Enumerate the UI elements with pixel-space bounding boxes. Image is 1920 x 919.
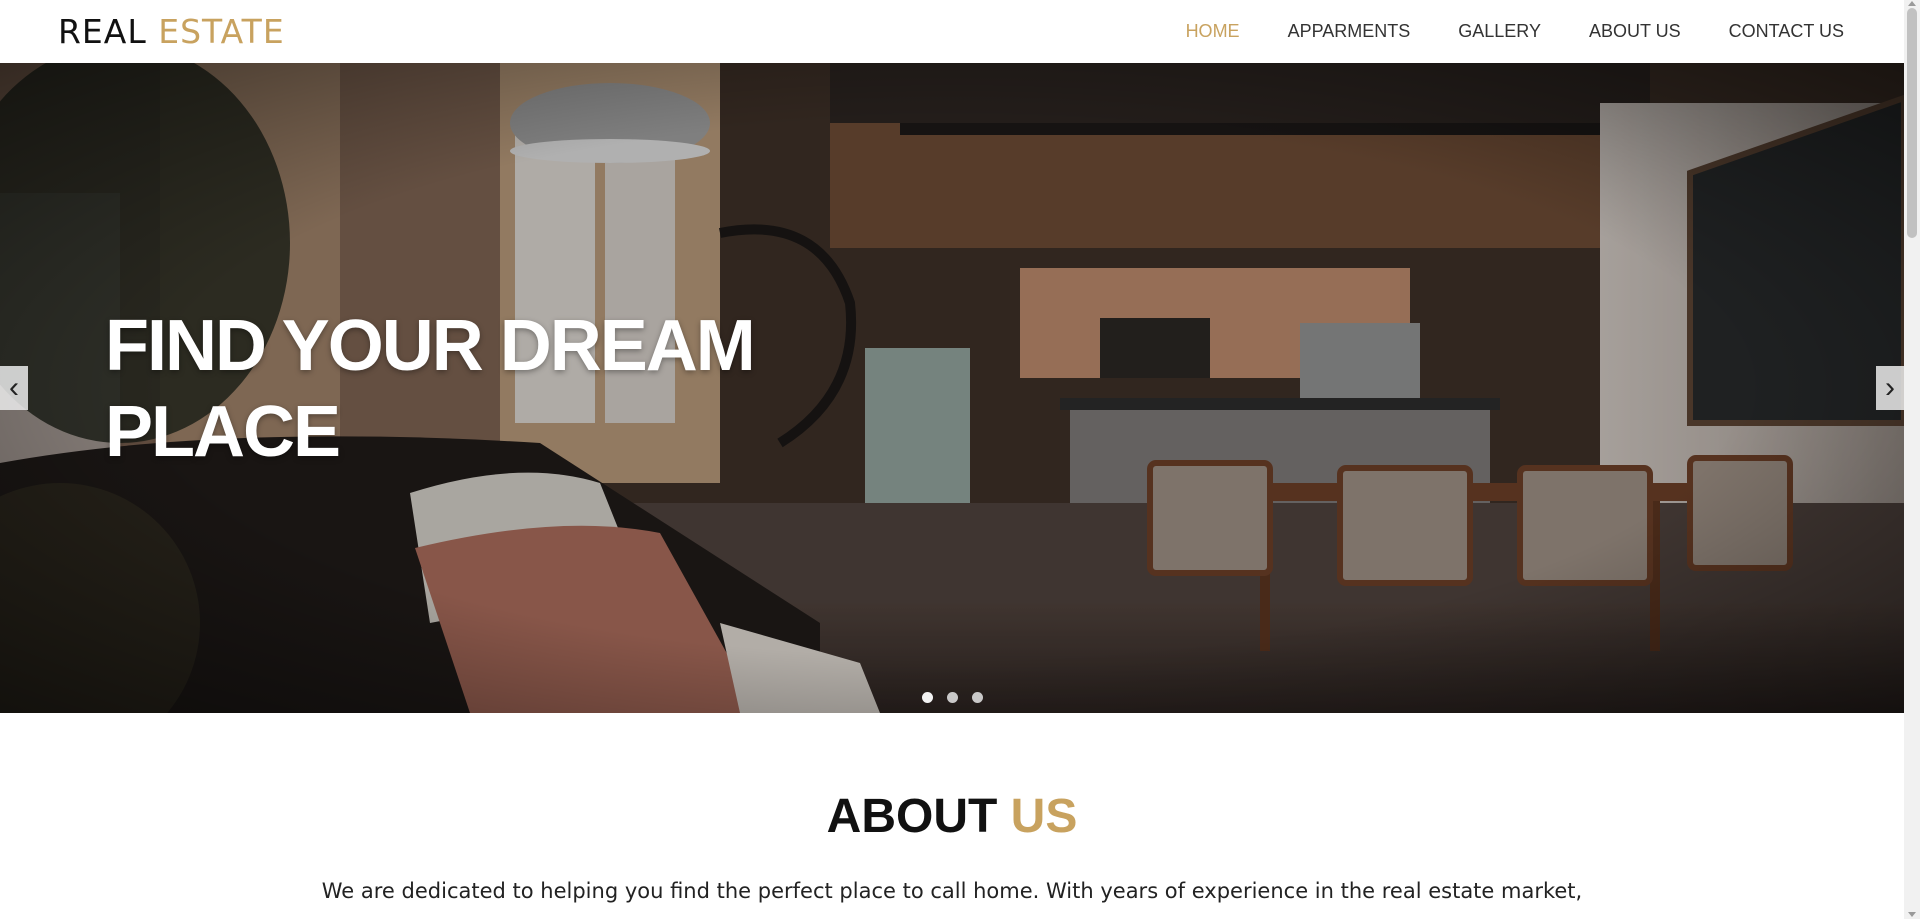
carousel-indicators <box>0 692 1904 703</box>
carousel-dot-2[interactable] <box>946 692 958 703</box>
carousel-dot-3[interactable] <box>971 692 983 703</box>
nav-apparments[interactable]: APPARMENTS <box>1288 21 1411 42</box>
scroll-up-icon[interactable] <box>1908 1 1916 6</box>
chevron-right-icon: › <box>1885 371 1895 404</box>
scroll-down-icon[interactable] <box>1908 912 1916 917</box>
hero-carousel: FIND YOUR DREAM PLACE ‹ › <box>0 63 1904 713</box>
page: REAL ESTATE HOME APPARMENTS GALLERY ABOU… <box>0 0 1904 919</box>
logo-primary: REAL <box>58 12 147 51</box>
site-header: REAL ESTATE HOME APPARMENTS GALLERY ABOU… <box>0 0 1904 63</box>
logo-accent: ESTATE <box>158 12 285 51</box>
nav-home[interactable]: HOME <box>1186 21 1240 42</box>
about-title-primary: ABOUT <box>826 790 998 843</box>
page-scrollbar[interactable] <box>1904 0 1920 919</box>
scroll-thumb[interactable] <box>1907 8 1917 238</box>
carousel-next-button[interactable]: › <box>1876 366 1904 410</box>
carousel-dot-1[interactable] <box>921 692 933 703</box>
hero-title-line2: PLACE <box>105 392 341 472</box>
nav-contact-us[interactable]: CONTACT US <box>1729 21 1844 42</box>
nav-gallery[interactable]: GALLERY <box>1458 21 1541 42</box>
about-title: ABOUT US <box>0 789 1904 844</box>
hero-title-line1: FIND YOUR DREAM <box>105 306 756 386</box>
main-nav: HOME APPARMENTS GALLERY ABOUT US CONTACT… <box>1186 21 1844 42</box>
logo[interactable]: REAL ESTATE <box>58 12 285 51</box>
hero-title: FIND YOUR DREAM PLACE <box>105 303 805 475</box>
about-description: We are dedicated to helping you find the… <box>321 879 1583 903</box>
about-title-accent: US <box>1010 790 1078 843</box>
chevron-left-icon: ‹ <box>9 371 19 404</box>
carousel-prev-button[interactable]: ‹ <box>0 366 28 410</box>
nav-about-us[interactable]: ABOUT US <box>1589 21 1681 42</box>
about-section: ABOUT US We are dedicated to helping you… <box>0 713 1904 919</box>
